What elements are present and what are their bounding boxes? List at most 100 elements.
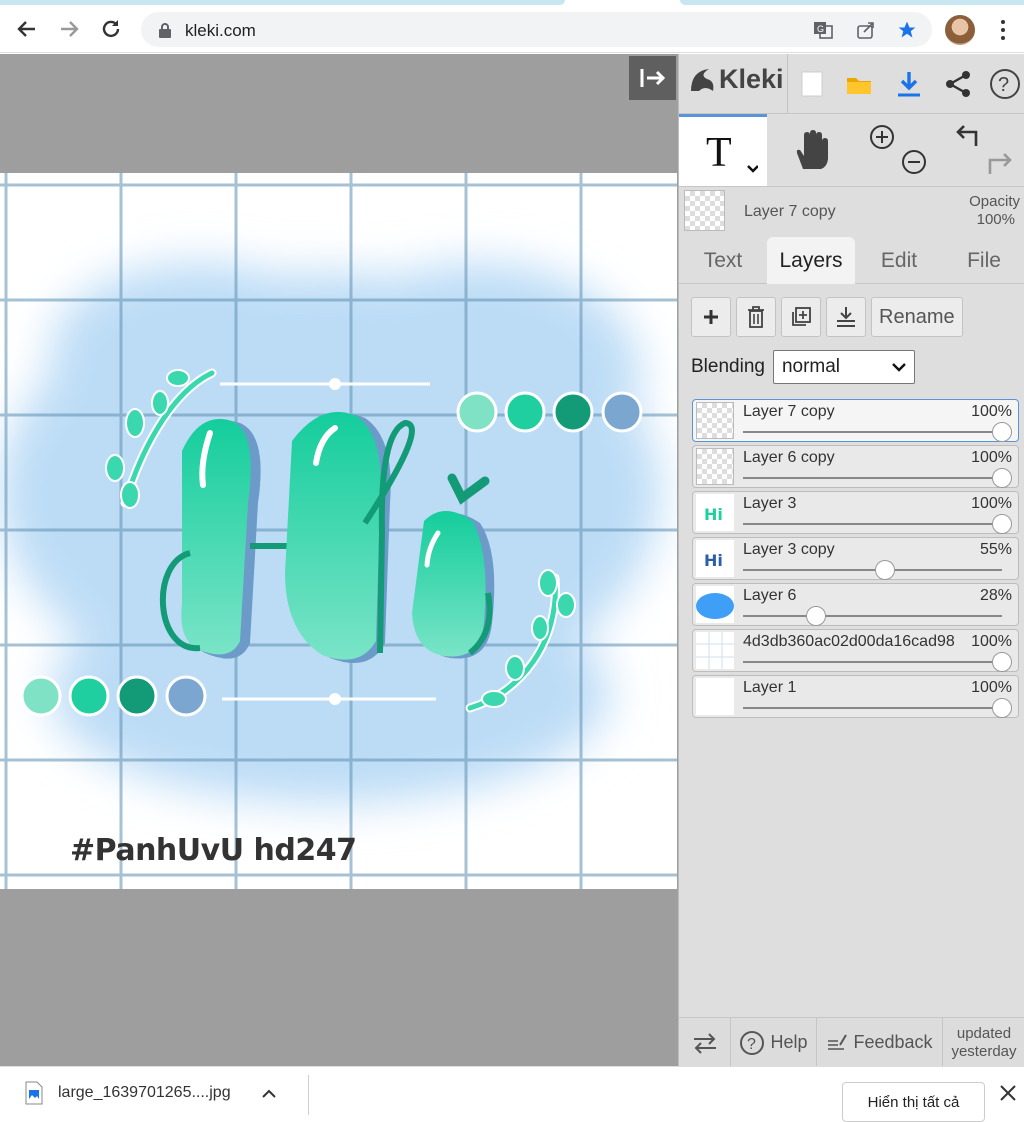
- new-file-icon[interactable]: [792, 62, 832, 106]
- layer-thumbnail: [696, 632, 734, 669]
- profile-avatar[interactable]: [945, 15, 975, 45]
- tab-layers[interactable]: Layers: [767, 237, 855, 284]
- plus-icon: [704, 310, 718, 324]
- forward-icon[interactable]: [53, 13, 85, 45]
- delete-layer-button[interactable]: [736, 297, 776, 337]
- download-item[interactable]: large_1639701265....jpg: [24, 1081, 277, 1105]
- layer-actions: Rename: [691, 297, 963, 337]
- opacity-slider-handle[interactable]: [992, 514, 1012, 534]
- share-page-icon[interactable]: [856, 20, 876, 40]
- blending-select[interactable]: normal: [772, 350, 915, 384]
- help-circle-icon[interactable]: ?: [985, 62, 1024, 106]
- back-icon[interactable]: [11, 13, 43, 45]
- panel-footer: ? Help Feedback updated yesterday: [679, 1017, 1024, 1067]
- panel-tabs: Text Layers Edit File: [679, 237, 1024, 284]
- opacity-slider-track[interactable]: [743, 569, 1002, 571]
- panel-header: Kleki ?: [679, 54, 1024, 114]
- image-file-icon: [25, 1081, 43, 1105]
- layer-row[interactable]: Layer 1 100%: [692, 675, 1019, 718]
- layer-row[interactable]: Layer 6 28%: [692, 583, 1019, 626]
- opacity-slider-track[interactable]: [743, 661, 1002, 663]
- opacity-slider-handle[interactable]: [875, 560, 896, 580]
- layer-name: Layer 6: [743, 587, 797, 604]
- layer-name: Layer 3: [743, 495, 797, 512]
- download-icon[interactable]: [889, 62, 929, 106]
- download-filename: large_1639701265....jpg: [58, 1084, 231, 1101]
- layer-name: 4d3db360ac02d00da16cad98: [743, 633, 955, 650]
- layers-list: Layer 7 copy 100% Layer 6 copy 100% Hi Layer …: [692, 399, 1019, 721]
- logo-text: Kleki: [719, 64, 784, 94]
- layer-thumbnail: [696, 678, 734, 715]
- add-layer-button[interactable]: [691, 297, 731, 337]
- layer-row[interactable]: Layer 7 copy 100%: [692, 399, 1019, 442]
- opacity-slider-track[interactable]: [743, 431, 1002, 433]
- layer-opacity: 100%: [969, 679, 1012, 697]
- opacity-slider-track[interactable]: [743, 615, 1002, 617]
- layer-opacity: 100%: [969, 449, 1012, 467]
- rename-layer-button[interactable]: Rename: [871, 297, 963, 337]
- kleki-logo[interactable]: Kleki: [687, 64, 784, 95]
- opacity-slider-handle[interactable]: [992, 698, 1012, 718]
- opacity-slider-track[interactable]: [743, 707, 1002, 709]
- layer-opacity: 100%: [969, 495, 1012, 513]
- text-tool-button[interactable]: T: [679, 114, 767, 186]
- open-folder-icon[interactable]: [839, 62, 879, 106]
- zoom-in-icon[interactable]: [870, 125, 894, 149]
- layer-row[interactable]: 4d3db360ac02d00da16cad98 100%: [692, 629, 1019, 672]
- layer-opacity: 100%: [969, 633, 1012, 651]
- tab-edit[interactable]: Edit: [855, 237, 943, 284]
- layer-name: Layer 3 copy: [743, 541, 835, 558]
- browser-menu-icon[interactable]: [993, 15, 1013, 45]
- feedback-icon: [828, 1033, 848, 1050]
- chevron-up-icon[interactable]: [261, 1087, 277, 1099]
- opacity-slider-handle[interactable]: [992, 422, 1012, 442]
- opacity-slider-handle[interactable]: [992, 652, 1012, 672]
- tab-text[interactable]: Text: [679, 237, 767, 284]
- svg-text:?: ?: [998, 74, 1009, 96]
- chevron-down-icon: [892, 363, 906, 372]
- opacity-slider-track[interactable]: [743, 523, 1002, 525]
- share-icon[interactable]: [938, 62, 978, 106]
- browser-toolbar: kleki.com G: [0, 6, 1024, 53]
- zoom-out-icon[interactable]: [902, 150, 926, 174]
- hand-tool-button[interactable]: [767, 114, 855, 186]
- merge-down-button[interactable]: [826, 297, 866, 337]
- opacity-label: Opacity: [969, 193, 1020, 210]
- reload-icon[interactable]: [95, 13, 127, 45]
- kleki-logo-icon: [691, 68, 714, 91]
- lock-icon[interactable]: [155, 20, 175, 40]
- tab-file[interactable]: File: [943, 237, 1024, 284]
- layer-name: Layer 6 copy: [743, 449, 835, 466]
- redo-icon[interactable]: [988, 153, 1012, 174]
- collapse-panel-icon[interactable]: [629, 56, 676, 100]
- blending-value: normal: [781, 356, 841, 377]
- bookmark-star-icon[interactable]: [897, 20, 917, 40]
- undo-icon[interactable]: [956, 125, 978, 146]
- show-all-downloads-button[interactable]: Hiển thị tất cả: [842, 1082, 985, 1122]
- current-layer-info: Layer 7 copy Opacity 100%: [679, 187, 1024, 237]
- undo-redo-buttons[interactable]: [939, 114, 1024, 186]
- layer-row[interactable]: Hi Layer 3 copy 55%: [692, 537, 1019, 580]
- url-text: kleki.com: [185, 21, 256, 40]
- help-button[interactable]: ? Help: [731, 1018, 817, 1067]
- current-layer-name: Layer 7 copy: [744, 203, 836, 220]
- address-bar[interactable]: kleki.com G: [141, 12, 932, 47]
- close-downloads-icon[interactable]: [998, 1083, 1018, 1103]
- opacity-slider-handle[interactable]: [992, 468, 1012, 488]
- merge-down-icon: [837, 307, 855, 327]
- zoom-buttons[interactable]: [855, 114, 939, 186]
- layer-row[interactable]: Layer 6 copy 100%: [692, 445, 1019, 488]
- opacity-slider-handle[interactable]: [805, 606, 826, 626]
- swap-icon: [693, 1032, 716, 1054]
- opacity-slider-track[interactable]: [743, 477, 1002, 479]
- svg-text:?: ?: [747, 1036, 756, 1053]
- feedback-label: Feedback: [853, 1032, 933, 1052]
- swap-side-button[interactable]: [679, 1018, 731, 1067]
- hashtag-text: #PanhUvU hd247: [70, 833, 357, 868]
- layer-row[interactable]: Hi Layer 3 100%: [692, 491, 1019, 534]
- duplicate-layer-button[interactable]: [781, 297, 821, 337]
- feedback-button[interactable]: Feedback: [817, 1018, 943, 1067]
- hand-icon: [796, 130, 828, 169]
- translate-icon[interactable]: G: [813, 20, 833, 40]
- artwork-canvas[interactable]: #PanhUvU hd247: [0, 173, 677, 889]
